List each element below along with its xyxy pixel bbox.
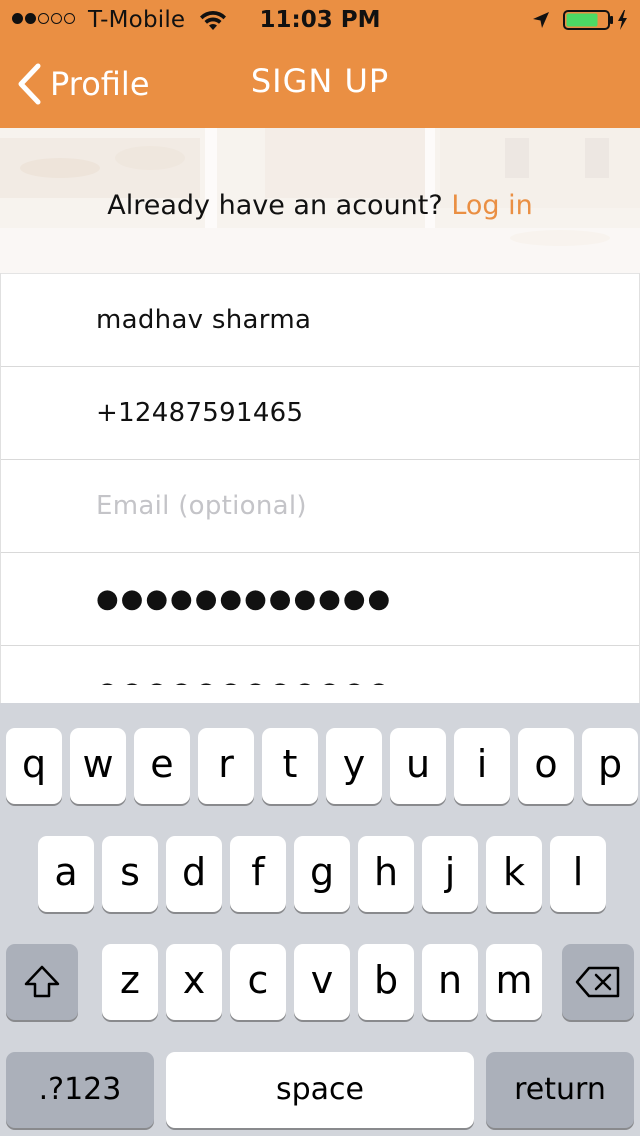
login-link[interactable]: Log in (451, 190, 532, 221)
name-row (0, 273, 640, 366)
key-s[interactable]: s (102, 836, 158, 912)
key-m[interactable]: m (486, 944, 542, 1020)
charging-bolt-icon (618, 10, 627, 30)
key-r[interactable]: r (198, 728, 254, 804)
key-o[interactable]: o (518, 728, 574, 804)
space-key[interactable]: space (166, 1052, 474, 1128)
key-b[interactable]: b (358, 944, 414, 1020)
key-k[interactable]: k (486, 836, 542, 912)
location-arrow-icon (533, 12, 549, 28)
backspace-icon (575, 966, 620, 998)
key-a[interactable]: a (38, 836, 94, 912)
password-row: ●●●●●●●●●●●● (0, 552, 640, 645)
header-banner: Already have an acount? Log in (0, 128, 640, 273)
key-j[interactable]: j (422, 836, 478, 912)
name-field[interactable] (96, 274, 616, 366)
email-field[interactable] (96, 460, 616, 552)
key-d[interactable]: d (166, 836, 222, 912)
key-f[interactable]: f (230, 836, 286, 912)
numbers-key[interactable]: .?123 (6, 1052, 154, 1128)
key-v[interactable]: v (294, 944, 350, 1020)
login-prompt: Already have an acount? Log in (0, 190, 640, 221)
email-row (0, 459, 640, 552)
key-n[interactable]: n (422, 944, 478, 1020)
phone-field[interactable] (96, 367, 616, 459)
key-g[interactable]: g (294, 836, 350, 912)
return-key[interactable]: return (486, 1052, 634, 1128)
key-c[interactable]: c (230, 944, 286, 1020)
key-p[interactable]: p (582, 728, 638, 804)
key-l[interactable]: l (550, 836, 606, 912)
key-z[interactable]: z (102, 944, 158, 1020)
key-i[interactable]: i (454, 728, 510, 804)
key-e[interactable]: e (134, 728, 190, 804)
page-title: SIGN UP (250, 62, 390, 100)
battery-icon (563, 10, 627, 30)
shift-key[interactable] (6, 944, 78, 1020)
navigation-bar: Profile SIGN UP (0, 40, 640, 128)
keyboard: q w e r t y u i o p a s d f g h j k l z … (0, 703, 640, 1136)
backspace-key[interactable] (562, 944, 634, 1020)
key-y[interactable]: y (326, 728, 382, 804)
status-bar: T-Mobile 11:03 PM (0, 0, 640, 40)
key-q[interactable]: q (6, 728, 62, 804)
password-field[interactable]: ●●●●●●●●●●●● (96, 553, 392, 645)
key-u[interactable]: u (390, 728, 446, 804)
confirm-password-field[interactable]: ●●●●●●●●●●●● (96, 646, 392, 685)
key-h[interactable]: h (358, 836, 414, 912)
key-x[interactable]: x (166, 944, 222, 1020)
phone-row (0, 366, 640, 459)
signup-form: ●●●●●●●●●●●● ●●●●●●●●●●●● (0, 273, 640, 685)
shift-icon (24, 965, 60, 998)
key-t[interactable]: t (262, 728, 318, 804)
confirm-password-row: ●●●●●●●●●●●● (0, 645, 640, 685)
key-w[interactable]: w (70, 728, 126, 804)
login-prompt-text: Already have an acount? (107, 190, 443, 221)
